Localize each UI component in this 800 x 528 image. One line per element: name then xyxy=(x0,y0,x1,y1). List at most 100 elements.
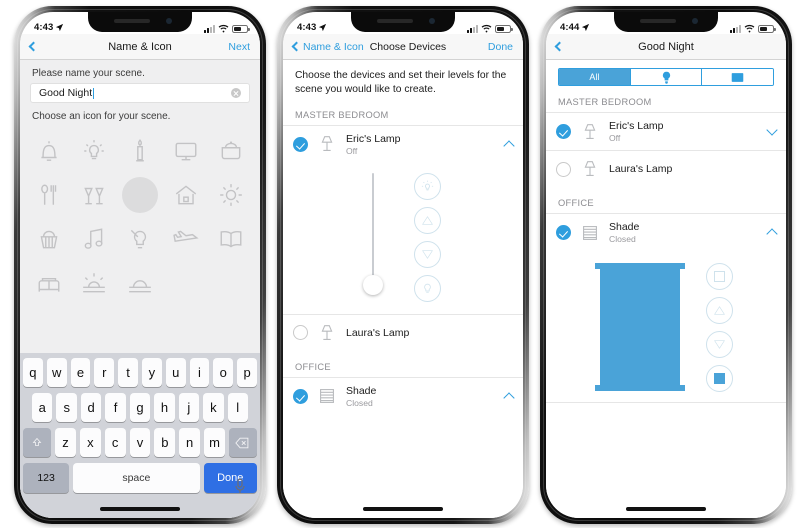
device-checkbox[interactable] xyxy=(556,225,571,240)
lower-button[interactable] xyxy=(413,240,441,268)
key-g[interactable]: g xyxy=(129,393,151,422)
screenshot-stage: 4:43 Name & Icon Next Please name your s… xyxy=(0,0,800,528)
home-indicator[interactable] xyxy=(100,507,180,511)
brightness-slider[interactable] xyxy=(362,172,383,295)
icon-option-house[interactable] xyxy=(163,178,209,212)
icon-option-book[interactable] xyxy=(208,222,254,256)
device-row-erics-lamp[interactable]: Eric's Lamp Off xyxy=(283,124,523,163)
keyboard-done-key[interactable]: Done xyxy=(203,463,257,493)
key-n[interactable]: n xyxy=(179,428,201,457)
device-row-shade[interactable]: Shade Closed xyxy=(546,213,786,251)
chevron-up-icon[interactable] xyxy=(766,228,778,240)
chevron-up-icon[interactable] xyxy=(503,391,515,404)
icon-option-sofa[interactable] xyxy=(26,266,72,300)
device-checkbox[interactable] xyxy=(556,124,571,139)
icon-option-sunset[interactable] xyxy=(117,266,163,300)
device-row-erics-lamp[interactable]: Eric's Lamp Off xyxy=(546,112,786,150)
key-c[interactable]: c xyxy=(104,428,126,457)
numbers-key[interactable]: 123 xyxy=(23,463,70,493)
clear-text-icon[interactable] xyxy=(231,88,241,98)
bulb-bright-button[interactable] xyxy=(413,172,441,200)
filter-segmented-control[interactable]: All xyxy=(558,68,774,86)
icon-option-cupcake[interactable] xyxy=(26,222,72,256)
onscreen-keyboard[interactable]: q w e r t y u i o p a s d f g h j k l z … xyxy=(20,353,260,518)
icon-option-sun[interactable] xyxy=(208,178,254,212)
icon-option-bell[interactable] xyxy=(26,134,72,168)
candle-icon xyxy=(136,139,144,162)
key-r[interactable]: r xyxy=(94,358,115,387)
shade-open-button[interactable] xyxy=(705,263,733,290)
icon-option-cheers[interactable] xyxy=(72,178,118,212)
icon-option-sunrise[interactable] xyxy=(72,266,118,300)
chevron-down-icon[interactable] xyxy=(766,124,778,136)
device-row-lauras-lamp[interactable]: Laura's Lamp xyxy=(283,313,523,351)
key-s[interactable]: s xyxy=(56,393,77,422)
breadcrumb[interactable]: Name & Icon xyxy=(303,41,364,53)
slider-knob[interactable] xyxy=(362,274,383,295)
segment-all[interactable]: All xyxy=(559,69,631,85)
done-button[interactable]: Done xyxy=(488,41,513,53)
device-checkbox[interactable] xyxy=(293,325,308,341)
key-q[interactable]: q xyxy=(23,358,43,387)
key-d[interactable]: d xyxy=(80,393,102,422)
back-chevron-icon xyxy=(291,41,302,52)
key-x[interactable]: x xyxy=(79,428,101,457)
key-e[interactable]: e xyxy=(70,358,91,387)
home-indicator[interactable] xyxy=(626,507,706,511)
key-m[interactable]: m xyxy=(204,428,225,457)
key-f[interactable]: f xyxy=(105,393,126,422)
key-k[interactable]: k xyxy=(203,393,224,422)
key-t[interactable]: t xyxy=(118,358,138,387)
shade-close-button[interactable] xyxy=(705,365,733,392)
icon-option-bulb-rays[interactable] xyxy=(72,134,118,168)
key-j[interactable]: j xyxy=(178,393,200,422)
status-left: 4:43 xyxy=(34,22,64,33)
icon-option-tv[interactable] xyxy=(163,134,209,168)
key-u[interactable]: u xyxy=(165,358,186,387)
device-checkbox[interactable] xyxy=(556,161,571,177)
icon-option-moon[interactable] xyxy=(117,177,163,213)
key-b[interactable]: b xyxy=(154,428,176,457)
device-checkbox[interactable] xyxy=(293,136,308,152)
key-p[interactable]: p xyxy=(237,358,257,387)
icon-option-bulb-sleep[interactable] xyxy=(117,222,163,256)
device-row-shade[interactable]: Shade Closed xyxy=(283,376,523,415)
status-time: 4:43 xyxy=(34,22,54,33)
microphone-icon[interactable] xyxy=(234,478,246,494)
segment-shades[interactable] xyxy=(702,69,773,85)
icon-option-pot[interactable] xyxy=(208,134,254,168)
phone-3-content: All MASTER BEDROOM Eric's Lamp Off Laura… xyxy=(546,60,786,518)
home-indicator[interactable] xyxy=(363,507,443,511)
key-i[interactable]: i xyxy=(189,358,210,387)
key-z[interactable]: z xyxy=(55,428,76,457)
device-state: Off xyxy=(346,145,358,156)
icon-option-spoon-fork[interactable] xyxy=(26,178,72,212)
icon-option-music[interactable] xyxy=(72,222,118,256)
icon-option-airplane[interactable] xyxy=(163,222,209,256)
key-v[interactable]: v xyxy=(129,428,151,457)
next-button[interactable]: Next xyxy=(228,41,250,53)
key-o[interactable]: o xyxy=(213,358,234,387)
icon-option-candle[interactable] xyxy=(117,134,163,168)
key-h[interactable]: h xyxy=(154,393,175,422)
back-button[interactable] xyxy=(28,41,39,52)
back-button[interactable]: Name & Icon Choose Devices xyxy=(291,41,446,53)
key-l[interactable]: l xyxy=(227,393,248,422)
bulb-dim-button[interactable] xyxy=(413,274,441,302)
device-checkbox[interactable] xyxy=(293,388,308,404)
shade-lower-button[interactable] xyxy=(705,331,733,358)
device-row-lauras-lamp[interactable]: Laura's Lamp xyxy=(546,150,786,187)
shade-raise-button[interactable] xyxy=(705,297,733,324)
key-a[interactable]: a xyxy=(32,393,53,422)
space-key[interactable]: space xyxy=(73,463,200,493)
raise-button[interactable] xyxy=(413,206,441,234)
back-button[interactable] xyxy=(554,41,565,52)
shift-key[interactable] xyxy=(23,428,52,457)
scene-name-input[interactable]: Good Night xyxy=(30,83,250,103)
chevron-up-icon[interactable] xyxy=(503,139,515,152)
segment-lights[interactable] xyxy=(630,69,703,85)
key-y[interactable]: y xyxy=(142,358,162,387)
backspace-key[interactable] xyxy=(228,428,258,457)
key-w[interactable]: w xyxy=(46,358,67,387)
front-camera xyxy=(692,18,698,24)
